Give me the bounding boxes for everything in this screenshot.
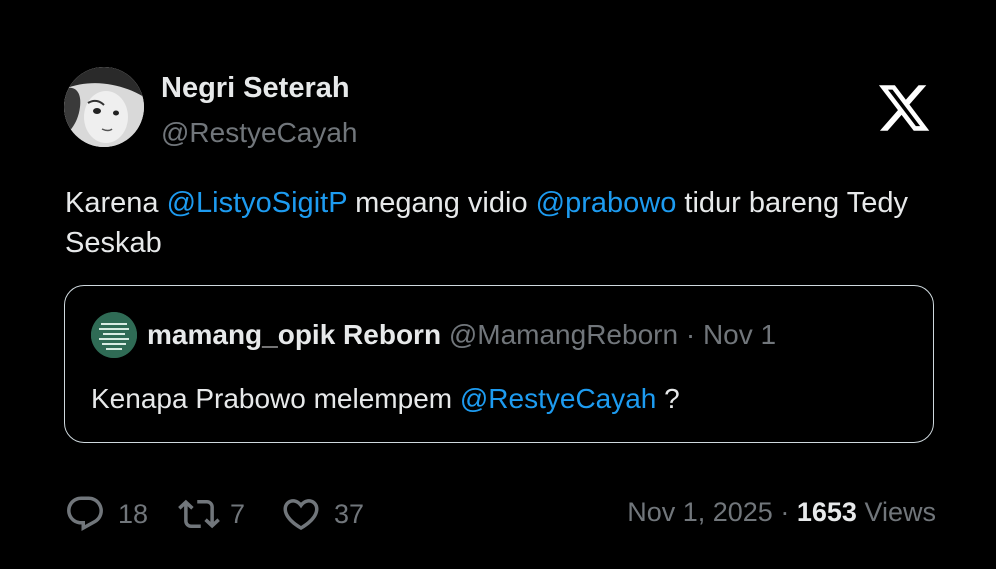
mention-link[interactable]: @prabowo [536, 187, 677, 219]
mention-link[interactable]: @RestyeCayah [460, 383, 657, 414]
tweet-date[interactable]: Nov 1, 2025 [627, 497, 773, 527]
quoted-text-part: Kenapa Prabowo melempem [91, 383, 460, 414]
tweet-text: Karena @ListyoSigitP megang vidio @prabo… [65, 183, 935, 263]
author-handle[interactable]: @RestyeCayah [161, 117, 358, 149]
retweet-count: 7 [230, 498, 246, 529]
quoted-handle[interactable]: @MamangReborn [449, 319, 678, 350]
retweet-button[interactable]: 7 [176, 493, 245, 535]
footer-separator: · [780, 497, 790, 527]
quoted-avatar-image [91, 312, 137, 358]
mention-link[interactable]: @ListyoSigitP [167, 187, 347, 219]
quoted-date[interactable]: Nov 1 [703, 319, 776, 350]
views-label: Views [864, 497, 936, 527]
tweet-text-part: megang vidio [347, 187, 536, 219]
author-display-name[interactable]: Negri Seterah [161, 72, 350, 105]
reply-icon [67, 496, 103, 531]
views-count: 1653 [796, 497, 857, 527]
tweet-text-part: Karena [65, 187, 167, 219]
quoted-author-avatar[interactable] [91, 312, 137, 358]
tweet-card: Negri Seterah @RestyeCayah Karena @Listy… [0, 0, 996, 569]
retweet-icon [178, 499, 220, 529]
heart-icon [283, 499, 319, 531]
quoted-header: mamang_opik Reborn @MamangReborn · Nov 1 [147, 319, 776, 351]
quoted-tweet[interactable]: mamang_opik Reborn @MamangReborn · Nov 1… [64, 285, 934, 443]
author-avatar-image [64, 67, 144, 147]
reply-button[interactable]: 18 [64, 493, 148, 535]
quoted-separator: · [685, 319, 696, 350]
like-count: 37 [334, 498, 365, 529]
tweet-footer: 18 7 37 Nov 1, 2025 · 1653 Views [64, 493, 936, 535]
tweet-timestamp: Nov 1, 2025 · 1653 Views [627, 497, 936, 528]
quoted-text: Kenapa Prabowo melempem @RestyeCayah ? [91, 383, 680, 415]
x-logo-icon[interactable] [875, 80, 933, 136]
quoted-text-part: ? [656, 383, 680, 414]
like-button[interactable]: 37 [280, 493, 364, 535]
author-avatar[interactable] [64, 67, 144, 147]
reply-count: 18 [118, 498, 149, 529]
quoted-display-name[interactable]: mamang_opik Reborn [147, 319, 441, 350]
